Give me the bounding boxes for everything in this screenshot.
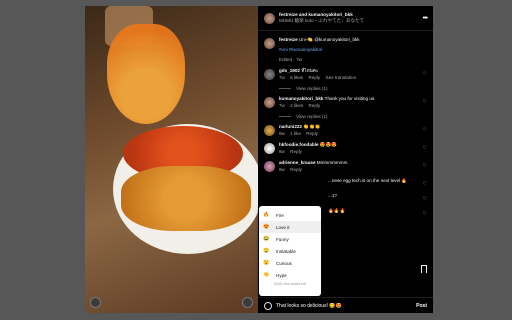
reaction-love-it[interactable]: 😍 Love it bbox=[259, 221, 321, 233]
caption-avatar[interactable] bbox=[264, 38, 275, 49]
comment-text: ...nese egg tech is on the next level 🔥 bbox=[328, 178, 408, 183]
comment: adrienne_krause Mmmmmmmm 6w Reply ♡ bbox=[264, 160, 427, 173]
comment-text: 😍😍😍 bbox=[319, 142, 338, 147]
reaction-label: Fire bbox=[276, 212, 284, 218]
tagged-users-icon[interactable] bbox=[90, 297, 101, 308]
heart-icon[interactable]: ♡ bbox=[423, 181, 427, 187]
uni bbox=[121, 166, 251, 231]
comment-partial: ...1? ♡ bbox=[324, 193, 427, 202]
heart-icon[interactable]: ♡ bbox=[423, 163, 427, 169]
caption: festreize Uni-🍋 @kumanoyakitori_bkk #uni… bbox=[264, 37, 427, 63]
post-header: festreize and kumanoyakitori_bkk MUMU 鮨楽… bbox=[258, 6, 433, 31]
comment-composer: Post bbox=[258, 297, 433, 313]
drooling-icon: 🤤 bbox=[263, 248, 270, 254]
heart-eyes-icon: 😍 bbox=[263, 224, 270, 230]
heart-icon[interactable]: ♡ bbox=[423, 145, 427, 151]
comment-text: Thank you for visiting us. bbox=[324, 96, 376, 101]
comment: gds_1902 ที่ไหนคะ 7w 5 likes Reply See t… bbox=[264, 68, 427, 81]
comment-age: 6w bbox=[279, 167, 285, 172]
comment-text: 👏👏👏 bbox=[303, 124, 321, 129]
reaction-label: Love it bbox=[276, 224, 290, 230]
comment-user[interactable]: hkfoodie.foodable bbox=[279, 142, 319, 147]
view-replies-link[interactable]: View replies (1) bbox=[279, 86, 427, 91]
more-options-icon[interactable]: ••• bbox=[423, 15, 428, 22]
comment-text: 🔥🔥🔥 bbox=[328, 208, 346, 213]
comment-user[interactable]: kumanoyakitori_bkk bbox=[279, 96, 323, 101]
reaction-curious[interactable]: 😯 Curious bbox=[259, 257, 321, 269]
comment-likes[interactable]: 5 likes bbox=[290, 75, 303, 80]
reaction-hype[interactable]: 👏 Hype bbox=[259, 269, 321, 281]
comment-avatar[interactable] bbox=[264, 143, 275, 154]
reaction-label: Instatable bbox=[276, 248, 296, 254]
comment-likes[interactable]: 1 like bbox=[290, 131, 301, 136]
caption-edited: Edited · 7w bbox=[279, 57, 302, 62]
heart-icon[interactable]: ♡ bbox=[423, 211, 427, 217]
comment-age: 6w bbox=[279, 131, 285, 136]
fire-icon: 🔥 bbox=[263, 212, 270, 218]
comment-text: Mmmmmmmm bbox=[316, 160, 348, 165]
post-subtitle: MUMU 鮨楽 kuto・ぶれやてた、あなたて bbox=[279, 18, 365, 23]
bookmark-icon[interactable] bbox=[421, 265, 427, 273]
post-button[interactable]: Post bbox=[416, 303, 427, 309]
reaction-label: Curious bbox=[276, 260, 292, 266]
comment-age: 7w bbox=[279, 103, 285, 108]
reply-link[interactable]: Reply bbox=[308, 103, 320, 108]
reply-link[interactable]: Reply bbox=[290, 149, 302, 154]
comment-avatar[interactable] bbox=[264, 125, 275, 136]
comment: kumanoyakitori_bkk Thank you for visitin… bbox=[264, 96, 427, 109]
caption-author[interactable]: festreize bbox=[279, 37, 298, 42]
reaction-funny[interactable]: 😂 Funny bbox=[259, 233, 321, 245]
heart-icon[interactable]: ♡ bbox=[423, 99, 427, 105]
heart-icon[interactable]: ♡ bbox=[423, 127, 427, 133]
heart-icon[interactable]: ♡ bbox=[423, 71, 427, 77]
orange-drink bbox=[107, 24, 185, 124]
comment-text: ...1? bbox=[328, 193, 337, 198]
reply-link[interactable]: Reply bbox=[290, 167, 302, 172]
reaction-fire[interactable]: 🔥 Fire bbox=[259, 209, 321, 221]
comment-partial: 🔥🔥🔥 ♡ bbox=[324, 208, 427, 217]
caption-hashtags[interactable]: #uni #kumanoyakitori bbox=[279, 47, 427, 53]
reaction-instatable[interactable]: 🤤 Instatable bbox=[259, 245, 321, 257]
comment: narluni222 👏👏👏 6w 1 like Reply ♡ bbox=[264, 124, 427, 137]
comment-user[interactable]: narluni222 bbox=[279, 124, 302, 129]
comment-text: ที่ไหนคะ bbox=[301, 68, 319, 73]
comment-avatar[interactable] bbox=[264, 97, 275, 108]
laughing-icon: 😂 bbox=[263, 236, 270, 242]
reaction-label: Hype bbox=[276, 272, 287, 278]
reply-link[interactable]: Reply bbox=[306, 131, 318, 136]
reaction-footer: AI/ML free replies left bbox=[274, 282, 306, 286]
heart-icon[interactable]: ♡ bbox=[423, 196, 427, 202]
comment-user[interactable]: adrienne_krause bbox=[279, 160, 316, 165]
comment-input[interactable] bbox=[276, 302, 417, 309]
comment-partial: ...nese egg tech is on the next level 🔥 … bbox=[324, 178, 427, 187]
comment-user[interactable]: gds_1902 bbox=[279, 68, 300, 73]
comment-age: 7w bbox=[279, 75, 285, 80]
comment-likes[interactable]: 2 likes bbox=[290, 103, 303, 108]
comment-avatar[interactable] bbox=[264, 69, 275, 80]
see-translation-link[interactable]: See translation bbox=[326, 75, 357, 80]
quick-reaction-menu: 🔥 Fire 😍 Love it 😂 Funny 🤤 Instatable 😯 … bbox=[259, 206, 321, 296]
clapping-icon: 👏 bbox=[263, 272, 270, 278]
comment-avatar[interactable] bbox=[264, 161, 275, 172]
view-replies-link[interactable]: View replies (1) bbox=[279, 114, 427, 119]
reaction-label: Funny bbox=[276, 236, 289, 242]
author-avatar[interactable] bbox=[264, 12, 275, 24]
surprised-icon: 😯 bbox=[263, 260, 270, 266]
comment: hkfoodie.foodable 😍😍😍 6w Reply ♡ bbox=[264, 142, 427, 155]
post-photo[interactable] bbox=[85, 6, 258, 313]
comment-age: 6w bbox=[279, 149, 285, 154]
emoji-picker-icon[interactable] bbox=[264, 301, 272, 310]
reply-link[interactable]: Reply bbox=[308, 75, 320, 80]
caption-text: Uni-🍋 @kumanoyakitori_bkk bbox=[298, 37, 360, 42]
sound-icon[interactable] bbox=[242, 297, 253, 308]
